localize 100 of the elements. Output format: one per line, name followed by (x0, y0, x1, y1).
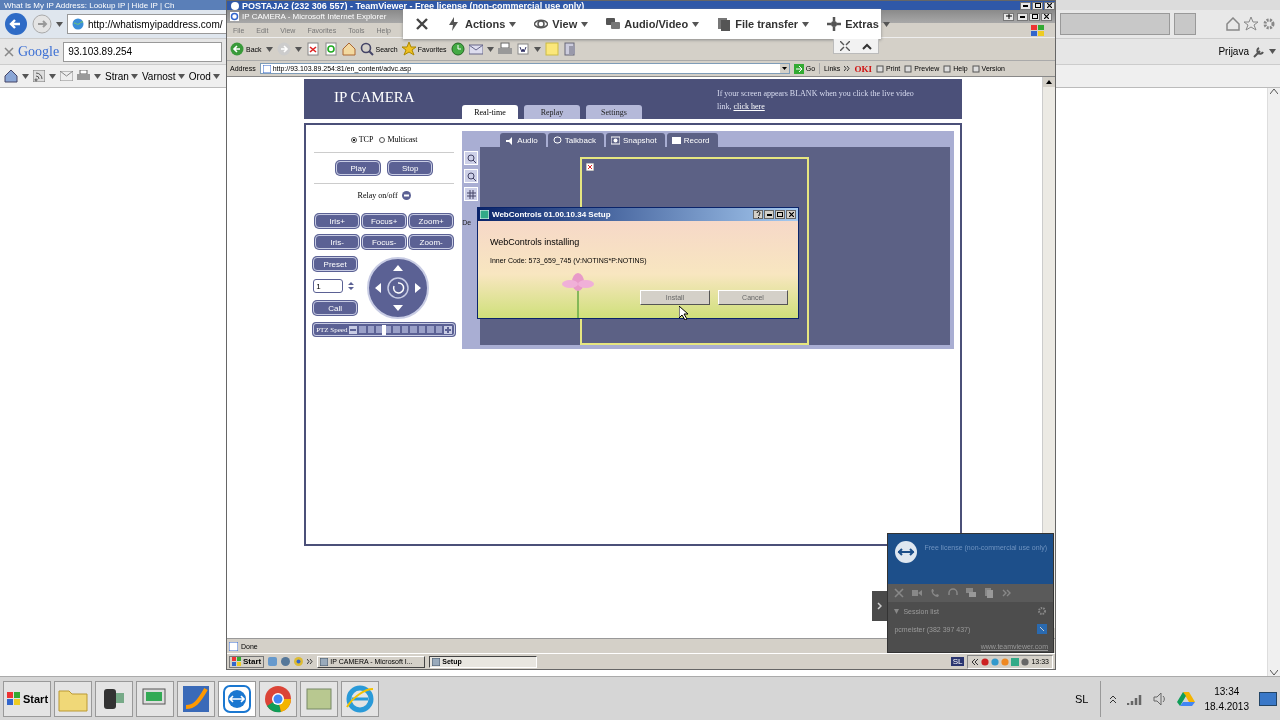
oki-link[interactable]: OKI (854, 63, 872, 74)
address-field[interactable]: http://whatismyipaddress.com/ (67, 14, 228, 34)
show-hidden-icon[interactable] (1108, 693, 1117, 704)
video-tab[interactable]: Record (666, 133, 718, 147)
close-button[interactable] (1041, 12, 1052, 21)
ptz-button[interactable]: Zoom+ (409, 214, 454, 228)
mail-icon[interactable] (60, 71, 73, 81)
collapse-icon[interactable] (862, 42, 872, 50)
call-button[interactable]: Call (313, 301, 358, 315)
search-field[interactable]: 93.103.89.254 (63, 41, 222, 62)
wrench-icon[interactable] (1253, 45, 1265, 58)
shield-icon[interactable] (981, 657, 990, 666)
settings-icon[interactable] (1037, 606, 1047, 616)
maximize-button[interactable] (1032, 1, 1043, 10)
language-indicator[interactable]: SL (1075, 692, 1089, 705)
minimize-button[interactable] (1020, 1, 1031, 10)
click-here-link[interactable]: click here (733, 102, 765, 111)
close-button[interactable] (786, 210, 796, 219)
relay-toggle-icon[interactable] (401, 191, 411, 200)
taskbar-app[interactable] (218, 680, 256, 717)
tray-badge[interactable]: SL (950, 657, 965, 666)
minimize-button[interactable] (764, 210, 774, 219)
scroll-up-icon[interactable] (1270, 88, 1278, 94)
taskbar-app[interactable] (177, 680, 215, 717)
help-button[interactable] (753, 210, 763, 219)
restore-button[interactable] (1003, 12, 1014, 21)
zoom-out-button[interactable] (464, 169, 479, 183)
minimize-button[interactable] (1017, 12, 1028, 21)
start-button[interactable]: Start (229, 655, 265, 668)
video-camera-icon[interactable] (912, 588, 923, 598)
speed-thumb[interactable] (382, 324, 387, 335)
close-icon[interactable] (415, 17, 429, 31)
ptz-button[interactable]: Iris- (315, 235, 360, 249)
radio-circle[interactable] (350, 136, 357, 143)
speaker-icon[interactable] (1152, 691, 1167, 706)
plus-icon[interactable] (444, 325, 453, 334)
files-icon[interactable] (984, 588, 995, 598)
ptz-button[interactable]: Focus- (362, 235, 407, 249)
ptz-button[interactable]: Focus+ (362, 214, 407, 228)
network-icon[interactable] (991, 657, 1000, 666)
close-button[interactable] (1044, 1, 1055, 10)
printer-icon[interactable] (77, 70, 90, 82)
sign-in-link[interactable]: Prijava (1218, 46, 1249, 57)
layout-button[interactable] (464, 187, 479, 201)
command-menu[interactable]: Orod (188, 70, 220, 82)
history-icon[interactable] (450, 42, 465, 56)
panel-handle[interactable] (872, 591, 888, 621)
triangle-drive-icon[interactable] (1176, 691, 1195, 706)
back-icon[interactable] (4, 12, 28, 36)
signal-bars-icon[interactable] (1126, 692, 1143, 705)
home-icon[interactable] (4, 69, 18, 83)
preset-input[interactable]: 1 (313, 279, 344, 293)
protocol-radio[interactable]: TCP (350, 135, 374, 144)
dropdown-icon[interactable] (779, 64, 789, 73)
preset-button[interactable]: Preset (313, 257, 358, 271)
maximize-button[interactable] (1029, 12, 1040, 21)
zoom-in-button[interactable] (464, 151, 479, 165)
chat-icon[interactable] (966, 588, 977, 598)
video-tab[interactable]: Talkback (547, 133, 604, 147)
arrows-icon[interactable] (971, 657, 980, 666)
clock-icon[interactable] (1021, 657, 1030, 666)
toolbar-menu[interactable]: Extras (827, 17, 890, 31)
mail-icon[interactable] (468, 42, 483, 56)
video-tab[interactable]: Audio (500, 133, 546, 147)
page-tab[interactable]: Settings (586, 105, 642, 119)
forward-icon[interactable] (32, 14, 52, 34)
stop-icon[interactable] (305, 42, 320, 56)
feed-icon[interactable] (33, 70, 45, 82)
clock[interactable]: 13:34 18.4.2013 (1204, 683, 1249, 714)
command-menu[interactable]: Stran (105, 70, 138, 82)
page-tab[interactable]: Real-time (462, 105, 518, 119)
show-desktop-button[interactable] (1259, 691, 1277, 706)
headset-icon[interactable] (948, 588, 959, 598)
phone-icon[interactable] (930, 588, 941, 598)
globe-icon[interactable] (281, 657, 291, 666)
refresh-icon[interactable] (323, 42, 338, 56)
chevron-icon[interactable] (307, 659, 314, 664)
maximize-button[interactable] (775, 210, 785, 219)
taskbar-app[interactable] (95, 680, 133, 717)
star-icon[interactable] (1244, 17, 1258, 31)
toolbar-menu[interactable]: File transfer (717, 17, 810, 31)
radio-circle[interactable] (379, 136, 386, 143)
protocol-radio[interactable]: Multicast (379, 135, 418, 144)
start-button[interactable]: Start (3, 680, 51, 717)
page-tab[interactable]: Replay (524, 105, 580, 119)
toolbar-menu[interactable]: View (534, 17, 589, 31)
desktop-icon[interactable] (268, 657, 278, 666)
ptz-button[interactable]: Zoom- (409, 235, 454, 249)
collapse-triangle-icon[interactable] (894, 608, 900, 614)
scroll-down-icon[interactable] (1270, 670, 1278, 676)
minus-icon[interactable] (349, 325, 358, 334)
fullscreen-icon[interactable] (840, 41, 850, 51)
command-menu[interactable]: Varnost (141, 70, 185, 82)
stream-button[interactable]: Play (336, 161, 381, 175)
ptz-direction-pad[interactable] (367, 257, 430, 319)
edit-icon[interactable] (515, 42, 530, 56)
chrome-icon[interactable] (294, 657, 304, 666)
double-chevron-icon[interactable] (1002, 588, 1013, 598)
toolbar-menu[interactable]: Audio/Video (606, 17, 700, 31)
settings-icon[interactable] (1262, 17, 1276, 31)
